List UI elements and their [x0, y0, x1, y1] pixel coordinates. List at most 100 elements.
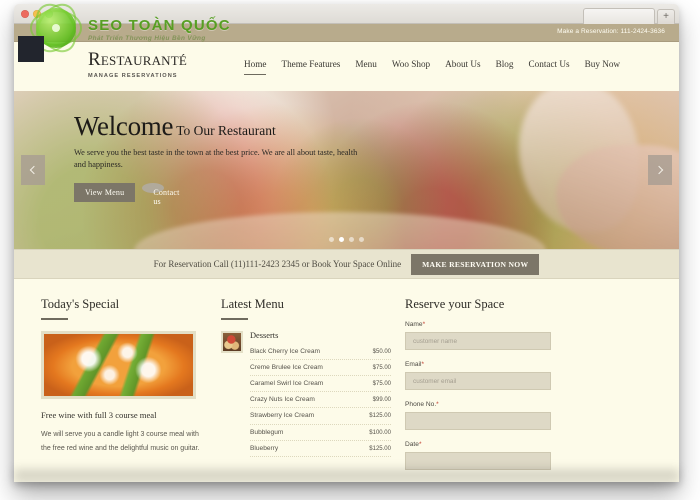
hero-title-secondary: To Our Restaurant	[176, 123, 276, 138]
phone-label-text: Phone No.	[405, 401, 437, 408]
menu-item-row[interactable]: Bubblegum $100.00	[250, 425, 391, 441]
latest-menu-title: Latest Menu	[221, 297, 284, 311]
page-viewport: Make a Reservation: 111-2424-3636 Restau…	[14, 24, 679, 482]
screenshot-stage: + Make a Reservation: 111-2424-3636 Rest…	[0, 0, 700, 500]
browser-tab[interactable]	[583, 8, 655, 24]
view-menu-button[interactable]: View Menu	[74, 183, 136, 203]
menu-category-group: Desserts Black Cherry Ice Cream $50.00 C…	[221, 330, 391, 457]
menu-item-name: Bubblegum	[250, 428, 284, 436]
menu-item-name: Creme Brulee Ice Cream	[250, 363, 323, 371]
nav-item-woo-shop[interactable]: Woo Shop	[392, 59, 430, 69]
minimize-window-button[interactable]	[33, 10, 41, 18]
menu-item-price: $50.00	[372, 348, 391, 355]
required-marker: *	[421, 361, 425, 368]
date-input[interactable]	[405, 452, 551, 470]
section-rule	[221, 318, 248, 320]
window-controls	[21, 10, 53, 18]
phone-input[interactable]	[405, 412, 551, 430]
todays-special-title: Today's Special	[41, 297, 120, 311]
menu-item-name: Black Cherry Ice Cream	[250, 347, 320, 355]
zoom-window-button[interactable]	[45, 10, 53, 18]
dark-square-overlay	[18, 36, 44, 62]
top-utility-bar: Make a Reservation: 111-2424-3636	[14, 24, 679, 42]
main-navigation: Home Theme Features Menu Woo Shop About …	[244, 59, 620, 75]
hero-plate-shape	[133, 212, 546, 249]
nav-item-about-us[interactable]: About Us	[445, 59, 480, 69]
menu-item-row[interactable]: Creme Brulee Ice Cream $75.00	[250, 360, 391, 376]
hero-copy: Welcome To Our Restaurant We serve you th…	[74, 113, 404, 206]
menu-category-thumbnail	[221, 330, 243, 353]
menu-item-price: $125.00	[369, 445, 391, 452]
menu-item-price: $75.00	[372, 381, 391, 388]
menu-category-label: Desserts	[250, 330, 279, 340]
nav-item-contact-us[interactable]: Contact Us	[529, 59, 570, 69]
nav-item-menu[interactable]: Menu	[355, 59, 376, 69]
slider-dot-1[interactable]	[329, 237, 334, 242]
menu-item-price: $125.00	[369, 413, 391, 420]
email-input[interactable]	[405, 372, 551, 390]
menu-item-price: $100.00	[369, 429, 391, 436]
todays-special-column: Today's Special Free wine with full 3 co…	[41, 297, 207, 481]
contact-us-button[interactable]: Contact us	[142, 183, 179, 206]
reservation-strip-text: For Reservation Call (11)111-2423 2345 o…	[153, 259, 402, 269]
nav-item-theme-features[interactable]: Theme Features	[281, 59, 340, 69]
menu-item-row[interactable]: Caramel Swirl Ice Cream $75.00	[250, 376, 391, 393]
brand-tagline: MANAGE RESERVATIONS	[88, 73, 178, 79]
slider-prev-arrow-icon[interactable]	[21, 155, 45, 185]
site-logo[interactable]: Restauranté MANAGE RESERVATIONS	[88, 50, 187, 79]
menu-item-price: $75.00	[372, 364, 391, 371]
nav-item-blog[interactable]: Blog	[496, 59, 514, 69]
hero-title: Welcome To Our Restaurant	[74, 113, 404, 140]
name-input[interactable]	[405, 332, 551, 350]
email-label-text: Email	[405, 361, 422, 368]
hero-buttons: View Menu Contact us	[74, 183, 404, 206]
reservation-call-strip: For Reservation Call (11)111-2423 2345 o…	[14, 249, 679, 279]
reserve-space-column: Reserve your Space Name* Email* Phone No…	[405, 297, 567, 481]
section-rule	[41, 318, 68, 320]
menu-item-row[interactable]: Strawberry Ice Cream $125.00	[250, 408, 391, 425]
nav-item-home[interactable]: Home	[244, 59, 267, 75]
todays-special-image	[41, 330, 196, 399]
slider-dot-3[interactable]	[349, 237, 354, 242]
reserve-space-title: Reserve your Space	[405, 297, 505, 311]
hero-slider: Welcome To Our Restaurant We serve you th…	[14, 91, 679, 249]
site-header: Restauranté MANAGE RESERVATIONS Home The…	[14, 42, 679, 91]
todays-special-body: We will serve you a candle light 3 cours…	[41, 430, 200, 452]
hero-title-primary: Welcome	[74, 111, 174, 141]
menu-item-row[interactable]: Crazy Nuts Ice Cream $99.00	[250, 392, 391, 409]
window-drop-shadow	[14, 470, 679, 490]
slider-dot-2[interactable]	[339, 237, 344, 242]
hero-subtitle: We serve you the best taste in the town …	[74, 148, 358, 170]
make-reservation-now-button[interactable]: MAKE RESERVATION NOW	[411, 253, 540, 275]
email-field-label: Email*	[405, 361, 567, 368]
required-marker: *	[418, 441, 422, 448]
required-marker: *	[422, 321, 426, 328]
slider-dot-4[interactable]	[359, 237, 364, 242]
name-label-text: Name	[405, 321, 423, 328]
name-field-label: Name*	[405, 321, 567, 328]
brand-name: Restauranté	[88, 49, 188, 70]
todays-special-headline: Free wine with full 3 course meal	[41, 409, 157, 420]
new-tab-button[interactable]: +	[657, 9, 675, 24]
menu-item-name: Strawberry Ice Cream	[250, 412, 315, 420]
slider-next-arrow-icon[interactable]	[648, 155, 672, 185]
browser-titlebar: +	[14, 4, 679, 24]
close-window-button[interactable]	[21, 10, 29, 18]
slider-dots	[14, 237, 679, 242]
content-columns: Today's Special Free wine with full 3 co…	[14, 279, 679, 481]
menu-item-name: Blueberry	[250, 444, 279, 452]
menu-item-list: Desserts Black Cherry Ice Cream $50.00 C…	[250, 331, 391, 457]
menu-item-name: Caramel Swirl Ice Cream	[250, 380, 324, 388]
menu-item-price: $99.00	[372, 397, 391, 404]
nav-item-buy-now[interactable]: Buy Now	[585, 59, 620, 69]
menu-item-row[interactable]: Blueberry $125.00	[250, 441, 391, 457]
make-reservation-phone[interactable]: Make a Reservation: 111-2424-3636	[557, 28, 665, 35]
date-field-label: Date*	[405, 441, 567, 448]
required-marker: *	[436, 401, 439, 408]
menu-item-name: Crazy Nuts Ice Cream	[250, 396, 315, 404]
phone-field-label: Phone No.*	[405, 401, 567, 408]
browser-tabstrip: +	[583, 4, 679, 24]
latest-menu-column: Latest Menu Desserts Black Cherry Ice Cr…	[221, 297, 391, 481]
menu-item-row[interactable]: Black Cherry Ice Cream $50.00	[250, 344, 391, 360]
date-label-text: Date	[405, 441, 419, 448]
